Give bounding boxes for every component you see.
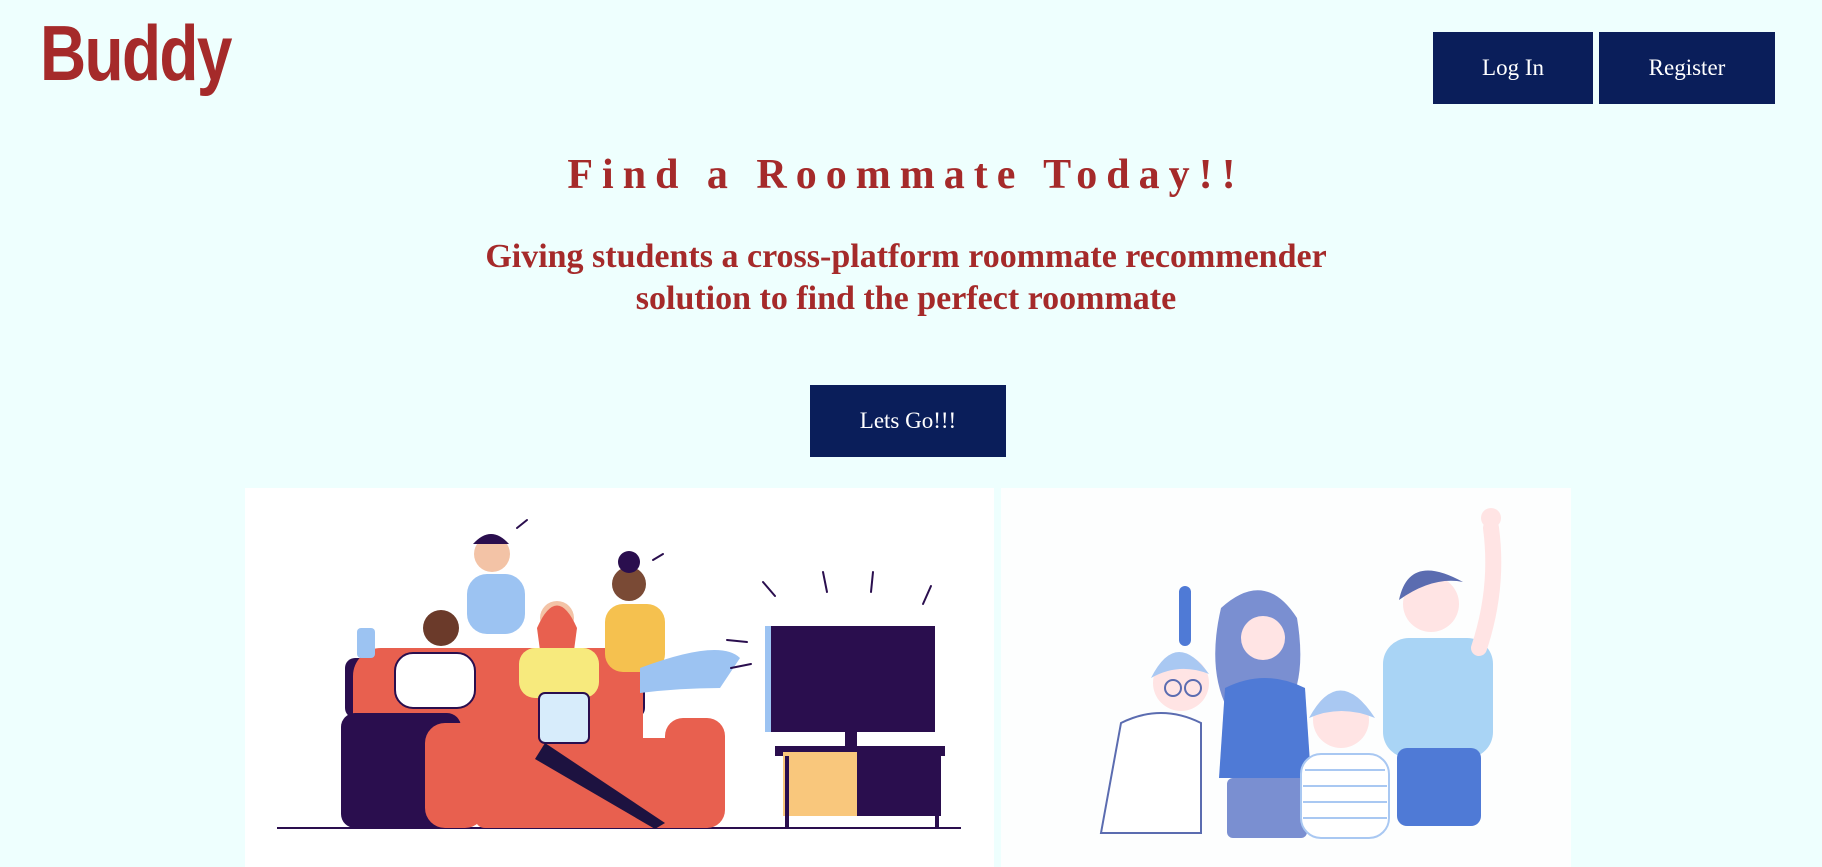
friends-watching-tv-illustration <box>245 488 994 867</box>
hero-subtitle-line-1: Giving students a cross-platform roommat… <box>485 238 1327 275</box>
register-button[interactable]: Register <box>1599 32 1775 104</box>
login-button[interactable]: Log In <box>1433 32 1593 104</box>
hero-title: Find a Roommate Today!! <box>567 152 1245 198</box>
header-nav: Log In Register <box>1433 32 1775 104</box>
logo[interactable]: Buddy <box>40 14 232 92</box>
hero-subtitle: Giving students a cross-platform roommat… <box>0 236 1812 320</box>
happy-friends-group-illustration <box>1001 488 1571 867</box>
lets-go-button[interactable]: Lets Go!!! <box>810 385 1006 457</box>
hero-subtitle-line-2: solution to find the perfect roommate <box>635 280 1177 317</box>
